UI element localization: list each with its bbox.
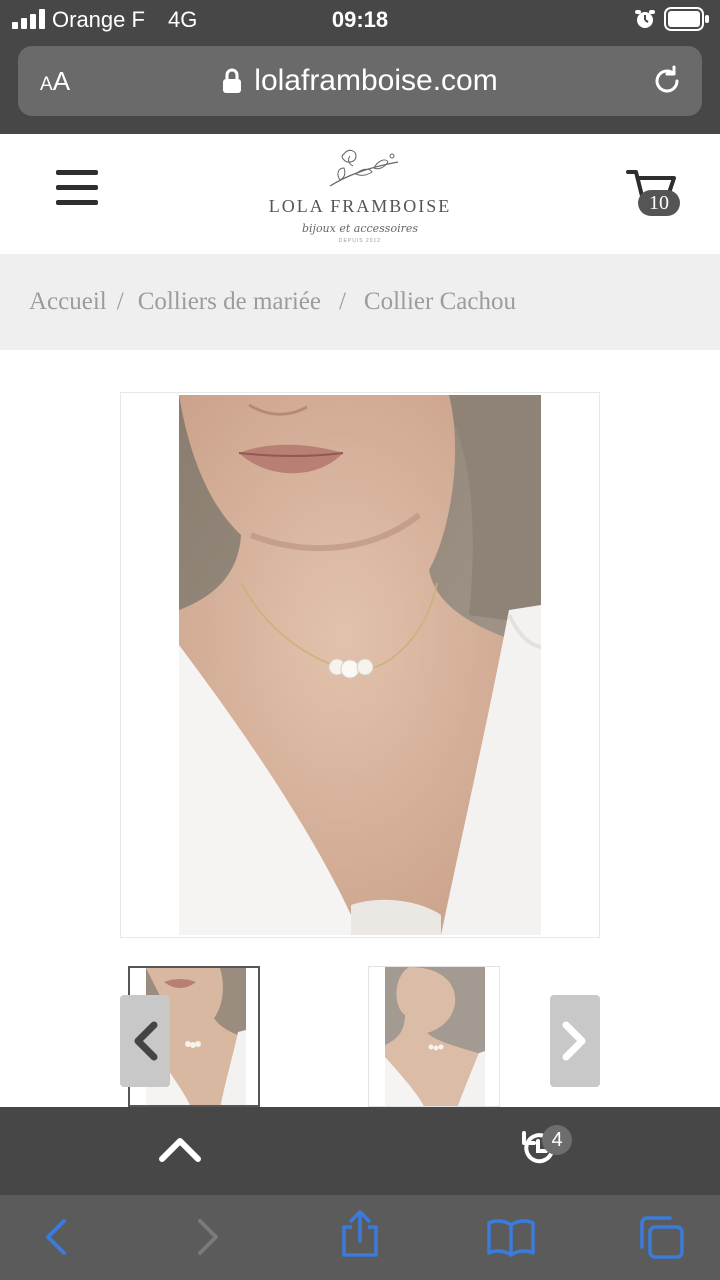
chevron-left-icon <box>134 1021 158 1061</box>
brand-tagline: bijoux et accessoires <box>301 222 419 235</box>
reload-icon[interactable] <box>650 64 684 98</box>
scroll-to-top-icon[interactable] <box>158 1137 202 1163</box>
breadcrumb-item-home[interactable]: Accueil <box>29 288 107 315</box>
flower-logo-icon <box>329 149 399 187</box>
forward-arrow-icon[interactable] <box>194 1217 224 1257</box>
product-photo[interactable] <box>179 395 541 935</box>
browser-top-chrome: Orange F 4G 09:18 AA lolaframboise.com <box>0 0 720 134</box>
product-thumbnail[interactable] <box>368 966 500 1107</box>
brand-name: LOLA FRAMBOISE <box>268 196 452 216</box>
gallery-next-button[interactable] <box>550 995 600 1087</box>
product-image-frame[interactable] <box>120 392 600 938</box>
share-icon[interactable] <box>338 1209 382 1259</box>
breadcrumb-separator: / <box>116 288 124 315</box>
breadcrumb-separator: / <box>338 288 346 315</box>
clock: 09:18 <box>331 7 389 32</box>
alarm-icon <box>635 10 655 28</box>
history-count-badge: 4 <box>542 1125 572 1155</box>
url-display[interactable]: lolaframboise.com <box>18 46 702 116</box>
back-arrow-icon[interactable] <box>40 1217 70 1257</box>
lock-icon <box>223 68 242 93</box>
cart-count-badge: 10 <box>638 190 680 216</box>
brand-since: DEPUIS 2012 <box>338 238 382 244</box>
gallery-prev-button[interactable] <box>120 995 170 1087</box>
battery-icon <box>664 7 709 31</box>
breadcrumb-item-current: Collier Cachou <box>363 288 516 315</box>
safari-toolbar <box>0 1195 720 1280</box>
site-logo[interactable]: LOLA FRAMBOISE bijoux et accessoires DEP… <box>240 142 480 246</box>
breadcrumb-item-category[interactable]: Colliers de mariée <box>138 288 321 315</box>
url-domain: lolaframboise.com <box>254 64 498 97</box>
breadcrumb: Accueil / Colliers de mariée / Collier Cacho… <box>0 254 720 350</box>
cart-button[interactable]: 10 <box>626 168 686 220</box>
site-header: LOLA FRAMBOISE bijoux et accessoires DEP… <box>0 134 720 254</box>
tabs-icon[interactable] <box>638 1215 686 1259</box>
thumbnail-photo <box>369 967 499 1106</box>
chevron-right-icon <box>562 1021 586 1061</box>
bookmarks-icon[interactable] <box>486 1217 536 1257</box>
address-bar[interactable]: AA lolaframboise.com <box>18 46 702 116</box>
page-action-bar <box>0 1107 720 1195</box>
menu-icon[interactable] <box>56 170 98 206</box>
